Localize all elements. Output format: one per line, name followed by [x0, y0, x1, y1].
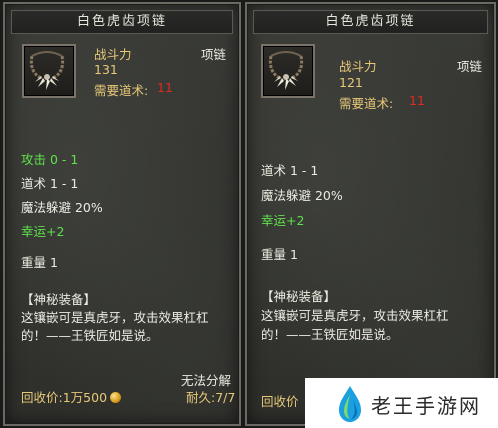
recycle-price: 回收价:1万500	[21, 387, 122, 406]
water-drop-logo-icon	[339, 386, 361, 422]
tiger-tooth-necklace-icon	[268, 51, 304, 90]
requirement-value: 11	[157, 80, 173, 95]
recycle-price-value: 1万500	[62, 390, 108, 405]
stat-taoism: 道术 1 - 1	[261, 163, 319, 178]
power-label: 战斗力	[339, 59, 377, 74]
power-label: 战斗力	[94, 47, 132, 62]
item-icon-slot	[22, 44, 76, 98]
description-line-2: 的！——王铁匠如是说。	[261, 327, 399, 342]
requirement-label: 需要道术:	[339, 96, 394, 111]
item-type: 项链	[201, 47, 227, 62]
recycle-price-label: 回收价:	[21, 390, 63, 405]
recycle-price-label: 回收价	[261, 394, 299, 409]
description-title: 【神秘装备】	[261, 289, 337, 304]
description-line-2: 的！——王铁匠如是说。	[21, 328, 159, 343]
durability-label: 耐久:	[186, 390, 216, 405]
tiger-tooth-necklace-icon	[29, 51, 65, 90]
stat-taoism: 道术 1 - 1	[21, 176, 79, 191]
gold-coin-icon	[110, 392, 122, 403]
item-tooltip-left: 白色虎齿项链 战斗力 项链 131 需要道术: 11 攻击 0 - 1 道术 1…	[3, 2, 241, 426]
stat-luck: 幸运+2	[261, 213, 305, 228]
description-line-1: 这镶嵌可是真虎牙，攻击效果杠杠	[21, 310, 209, 325]
durability-value: 7/7	[215, 390, 236, 405]
description-title: 【神秘装备】	[21, 292, 97, 307]
stat-weight: 重量 1	[21, 255, 58, 270]
item-tooltip-right: 白色虎齿项链 战斗力 项链 121 需要道术: 11 道术 1 - 1 魔法躲避…	[245, 2, 496, 426]
site-watermark: 老王手游网	[305, 378, 498, 428]
power-value: 131	[94, 62, 118, 77]
item-type: 项链	[457, 59, 483, 74]
stat-magic-dodge: 魔法躲避 20%	[261, 188, 343, 203]
durability: 耐久:7/7	[186, 387, 235, 406]
item-title: 白色虎齿项链	[253, 10, 488, 34]
description-line-1: 这镶嵌可是真虎牙，攻击效果杠杠	[261, 308, 449, 323]
stat-weight: 重量 1	[261, 247, 298, 262]
stat-attack: 攻击 0 - 1	[21, 152, 79, 167]
requirement-value: 11	[409, 93, 425, 108]
stat-luck: 幸运+2	[21, 224, 65, 239]
power-value: 121	[339, 75, 363, 90]
item-icon-slot	[261, 44, 315, 98]
item-title: 白色虎齿项链	[11, 10, 233, 34]
requirement-label: 需要道术:	[94, 83, 149, 98]
stat-magic-dodge: 魔法躲避 20%	[21, 200, 103, 215]
watermark-text: 老王手游网	[371, 394, 481, 418]
